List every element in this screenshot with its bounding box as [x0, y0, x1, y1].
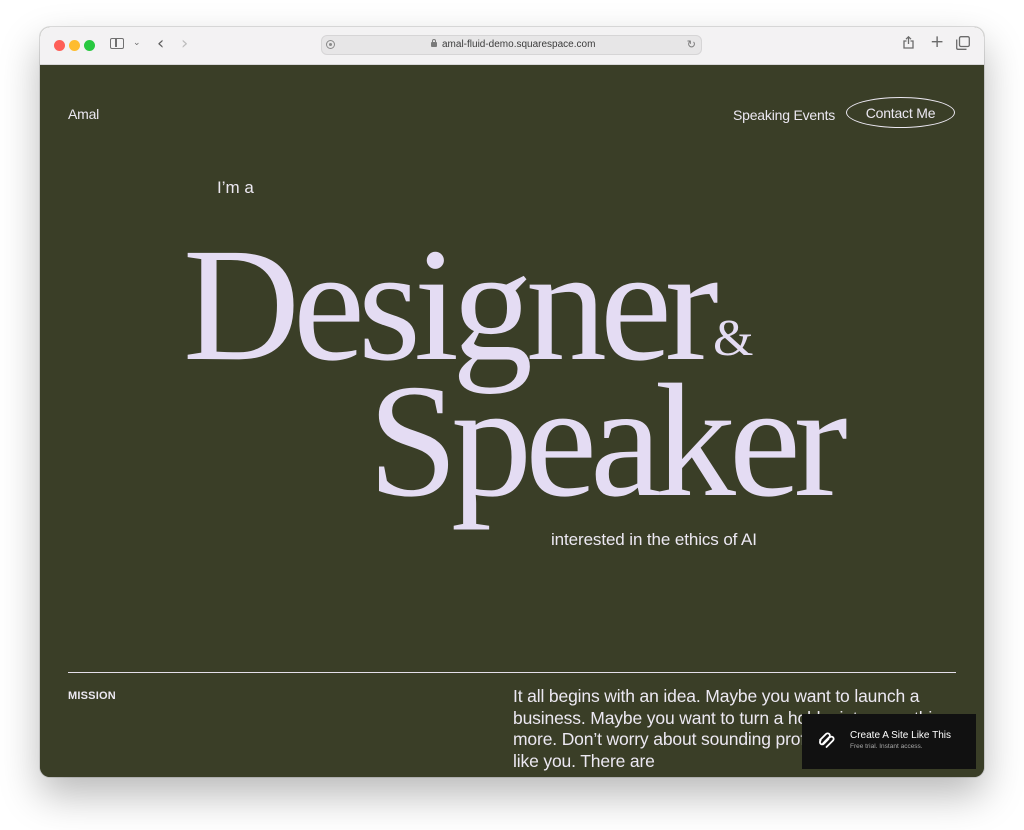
hero-intro: I’m a	[217, 178, 254, 197]
url-text[interactable]: amal-fluid-demo.squarespace.com	[442, 39, 595, 50]
section-divider	[68, 672, 956, 673]
sidebar-icon[interactable]	[110, 38, 124, 49]
chevron-right-icon[interactable]: ›	[181, 35, 188, 53]
site-title-link[interactable]: Amal	[68, 106, 99, 122]
reload-icon[interactable]: ↻	[687, 38, 696, 51]
contact-me-button[interactable]: Contact Me	[846, 97, 955, 128]
tabs-overview-icon[interactable]	[956, 36, 970, 50]
minimize-window-button[interactable]	[69, 40, 80, 51]
chevron-left-icon[interactable]: ‹	[157, 35, 164, 53]
squarespace-logo-icon	[817, 731, 836, 750]
share-icon[interactable]	[903, 36, 914, 49]
lock-icon	[431, 39, 437, 47]
maximize-window-button[interactable]	[84, 40, 95, 51]
browser-window: ⌄ ‹ › amal-fluid-demo.squarespace.com ↻ …	[40, 27, 984, 777]
privacy-report-icon[interactable]	[326, 40, 335, 49]
promo-title[interactable]: Create A Site Like This	[850, 730, 951, 741]
chevron-down-icon[interactable]: ⌄	[133, 39, 141, 48]
nav-link-speaking-events[interactable]: Speaking Events	[733, 107, 835, 123]
browser-toolbar: ⌄ ‹ › amal-fluid-demo.squarespace.com ↻ …	[40, 27, 984, 65]
address-bar[interactable]: amal-fluid-demo.squarespace.com ↻	[321, 35, 702, 55]
plus-icon[interactable]: +	[930, 34, 944, 51]
promo-subtitle: Free trial. Instant access.	[850, 743, 923, 750]
create-site-promo-banner[interactable]: Create A Site Like This Free trial. Inst…	[802, 714, 976, 769]
web-page: Amal Speaking Events Contact Me I’m a De…	[40, 65, 984, 777]
hero-heading-speaker: Speaker	[368, 352, 848, 531]
close-window-button[interactable]	[54, 40, 65, 51]
mission-label: MISSION	[68, 690, 116, 702]
hero-tagline: interested in the ethics of AI	[551, 530, 757, 549]
